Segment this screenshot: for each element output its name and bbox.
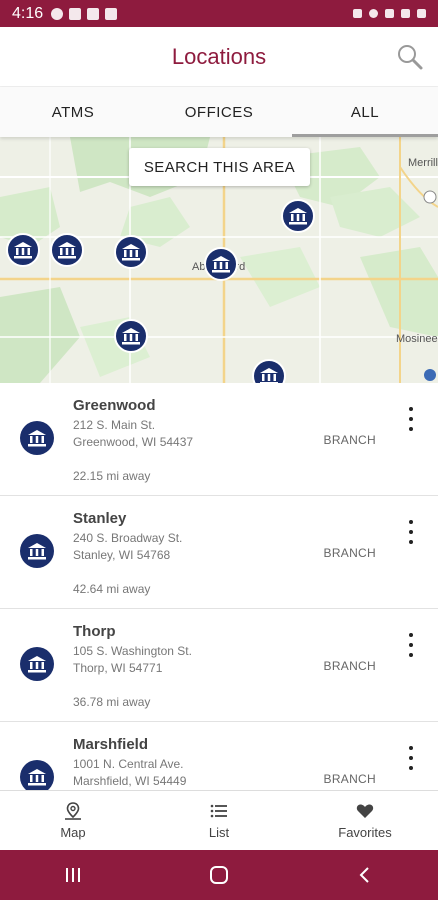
location-name: Greenwood (73, 397, 156, 414)
search-icon (398, 45, 423, 70)
nav-list-label: List (208, 825, 230, 840)
app-header: Locations (0, 27, 438, 87)
heart-icon (356, 804, 374, 818)
location-address-line1: 240 S. Broadway St. (73, 531, 183, 545)
map-pin[interactable] (114, 235, 148, 269)
more-options-button[interactable] (406, 746, 416, 770)
bank-icon (14, 242, 32, 259)
signal-icon (401, 9, 410, 18)
location-list[interactable]: Greenwood 212 S. Main St. Greenwood, WI … (0, 383, 438, 790)
bank-icon (20, 647, 54, 681)
nav-favorites-label: Favorites (338, 825, 392, 840)
nav-map-label: Map (60, 825, 86, 840)
bottom-nav: Map List Favorites (0, 790, 438, 850)
status-time: 4:16 (12, 4, 44, 22)
location-address-line2: Thorp, WI 54771 (73, 661, 163, 675)
list-item[interactable]: Greenwood 212 S. Main St. Greenwood, WI … (0, 383, 438, 496)
bank-icon (20, 760, 54, 790)
location-type: BRANCH (323, 772, 376, 786)
list-icon (210, 804, 227, 818)
location-icon (369, 9, 378, 18)
map-pin[interactable] (204, 247, 238, 281)
system-nav-bar (0, 850, 438, 900)
map-pin[interactable] (281, 199, 315, 233)
bank-icon (122, 244, 140, 261)
calendar-icon (105, 7, 118, 20)
more-options-button[interactable] (406, 633, 416, 657)
more-vert-icon (409, 633, 413, 637)
wifi-call-icon (51, 7, 64, 20)
more-options-button[interactable] (406, 407, 416, 431)
search-button[interactable] (394, 41, 426, 73)
nav-list[interactable]: List (146, 791, 292, 850)
location-distance: 42.64 mi away (73, 582, 151, 596)
bank-icon (20, 421, 54, 455)
list-item[interactable]: Stanley 240 S. Broadway St. Stanley, WI … (0, 496, 438, 609)
location-distance: 22.15 mi away (73, 469, 151, 483)
bank-icon (289, 208, 307, 225)
tab-all[interactable]: ALL (292, 87, 438, 137)
nav-map[interactable]: Map (0, 791, 146, 850)
map-pin[interactable] (114, 319, 148, 353)
tab-offices[interactable]: OFFICES (146, 87, 292, 137)
map-pin[interactable] (6, 233, 40, 267)
bank-icon (58, 242, 76, 259)
location-address-line2: Greenwood, WI 54437 (73, 435, 194, 449)
more-vert-icon (409, 746, 413, 750)
bank-icon (20, 534, 54, 568)
back-icon (359, 867, 369, 883)
bank-icon (122, 328, 140, 345)
list-item[interactable]: Marshfield 1001 N. Central Ave. Marshfie… (0, 722, 438, 790)
document-icon (69, 7, 82, 20)
location-distance: 36.78 mi away (73, 695, 151, 709)
image-icon (87, 7, 100, 20)
location-type: BRANCH (323, 546, 376, 560)
map-pin[interactable] (50, 233, 84, 267)
location-type: BRANCH (323, 659, 376, 673)
bank-icon (260, 368, 278, 383)
list-item[interactable]: Thorp 105 S. Washington St. Thorp, WI 54… (0, 609, 438, 722)
more-vert-icon (409, 407, 413, 411)
nav-favorites[interactable]: Favorites (292, 791, 438, 850)
tab-atms[interactable]: ATMS (0, 87, 146, 137)
location-name: Stanley (73, 510, 127, 527)
location-address-line1: 105 S. Washington St. (73, 644, 192, 658)
home-icon (210, 866, 228, 884)
location-name: Marshfield (73, 736, 149, 753)
mute-icon (353, 9, 362, 18)
location-tabs: ATMS OFFICES ALL (0, 87, 438, 137)
location-type: BRANCH (323, 433, 376, 447)
more-vert-icon (409, 520, 413, 524)
search-this-area-button[interactable]: SEARCH THIS AREA (129, 148, 310, 186)
battery-icon (417, 9, 426, 18)
recent-apps-icon (66, 868, 80, 882)
map-label-mosinee: Mosinee (396, 333, 438, 345)
page-title: Locations (171, 43, 267, 69)
bank-icon (212, 256, 230, 273)
location-address-line1: 1001 N. Central Ave. (73, 757, 184, 771)
more-options-button[interactable] (406, 520, 416, 544)
map-pin-icon (65, 802, 81, 820)
back-button[interactable] (345, 860, 385, 890)
location-name: Thorp (73, 623, 116, 640)
status-bar: 4:16 (0, 0, 438, 27)
location-address-line2: Marshfield, WI 54449 (73, 774, 187, 788)
home-button[interactable] (199, 860, 239, 890)
wifi-icon (385, 9, 394, 18)
map-label-merrill: Merrill (408, 157, 438, 169)
location-address-line2: Stanley, WI 54768 (73, 548, 171, 562)
recent-apps-button[interactable] (53, 860, 93, 890)
location-address-line1: 212 S. Main St. (73, 418, 156, 432)
